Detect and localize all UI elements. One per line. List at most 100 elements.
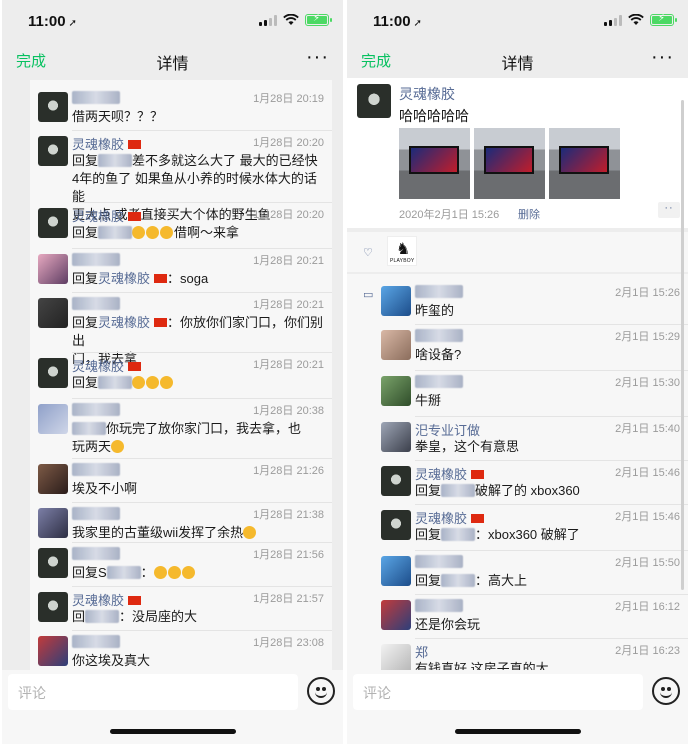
commenter-name-text: 灵魂橡胶 — [72, 209, 125, 224]
comment-text: 你玩完了放你家门口，我去拿，也 玩两天 — [72, 420, 326, 456]
commenter-name[interactable] — [415, 374, 463, 389]
avatar[interactable] — [38, 92, 68, 122]
divider — [415, 504, 688, 505]
avatar[interactable] — [38, 208, 68, 238]
avatar[interactable] — [381, 330, 411, 360]
avatar[interactable] — [381, 556, 411, 586]
emoji-icon — [132, 376, 146, 389]
blurred-name — [98, 154, 133, 167]
commenter-name[interactable]: 灵魂橡胶 — [415, 508, 485, 527]
post-photos — [399, 128, 620, 199]
delete-link[interactable]: 删除 — [518, 206, 540, 222]
commenter-name[interactable]: 灵魂橡胶 — [72, 206, 142, 225]
avatar[interactable] — [381, 600, 411, 630]
commenter-name[interactable]: 灵魂橡胶 — [415, 464, 485, 483]
comment-text-segment: 有钱真好 这房子真的大 — [415, 661, 549, 670]
avatar[interactable] — [381, 466, 411, 496]
avatar[interactable] — [38, 404, 68, 434]
comment-timestamp: 2月1日 15:46 — [615, 511, 680, 523]
commenter-name[interactable] — [72, 296, 120, 311]
avatar[interactable] — [357, 84, 391, 118]
comment-input[interactable]: 评论 — [8, 674, 298, 710]
comment-timestamp: 1月28日 21:57 — [253, 593, 324, 605]
avatar[interactable] — [38, 636, 68, 666]
comment-input[interactable]: 评论 — [353, 674, 643, 710]
post-photo[interactable] — [549, 128, 620, 199]
commenter-name[interactable]: 汜专业订做 — [415, 420, 480, 439]
commenter-name[interactable]: 郑 — [415, 642, 428, 661]
avatar[interactable] — [38, 298, 68, 328]
commenter-name[interactable] — [72, 546, 120, 561]
avatar[interactable] — [38, 548, 68, 578]
blurred-name — [441, 528, 476, 541]
commenter-name[interactable] — [415, 284, 463, 299]
commenter-name[interactable] — [72, 634, 120, 649]
comment-text: 回复 破解了的 xbox360 — [415, 482, 682, 500]
more-icon[interactable]: ··· — [651, 46, 674, 69]
comment-text: 回 ：没局座的大 — [72, 608, 326, 626]
avatar[interactable] — [381, 422, 411, 452]
avatar[interactable] — [38, 508, 68, 538]
comment-text: 有钱真好 这房子真的大 — [415, 660, 682, 670]
comment-line: 昨玺的 — [415, 302, 682, 320]
commenter-name[interactable] — [415, 328, 463, 343]
avatar[interactable] — [38, 464, 68, 494]
avatar[interactable] — [381, 510, 411, 540]
commenter-name[interactable] — [415, 554, 463, 569]
avatar[interactable] — [381, 286, 411, 316]
avatar[interactable] — [381, 376, 411, 406]
scrollbar[interactable] — [681, 100, 684, 590]
avatar[interactable] — [38, 358, 68, 388]
comment-text: 回复 ：xbox360 破解了 — [415, 526, 682, 544]
commenter-name[interactable]: 灵魂橡胶 — [72, 134, 142, 153]
avatar[interactable]: ♞ PLAYBOY — [387, 236, 417, 266]
comment-timestamp: 2月1日 16:12 — [615, 601, 680, 613]
comment-line: 埃及不小啊 — [72, 480, 326, 498]
post-actions-button[interactable]: ·· — [658, 202, 680, 218]
emoji-icon[interactable] — [652, 677, 680, 705]
comment-timestamp: 2月1日 15:30 — [615, 377, 680, 389]
emoji-icon — [181, 566, 195, 579]
comment-text: 我家里的古董级wii发挥了余热 — [72, 524, 326, 542]
commenter-name[interactable]: 灵魂橡胶 — [72, 356, 142, 375]
comment-line: 回复灵魂橡胶 ：soga — [72, 270, 326, 288]
avatar[interactable] — [38, 592, 68, 622]
commenter-name[interactable] — [415, 598, 463, 613]
commenter-name-text: 灵魂橡胶 — [72, 137, 125, 152]
comment-line: 回复S ： — [72, 564, 326, 582]
commenter-name[interactable] — [72, 506, 120, 521]
commenter-name[interactable] — [72, 90, 120, 105]
avatar[interactable] — [38, 254, 68, 284]
comment-text: 拳皇，这个有意思 — [415, 438, 682, 456]
commenter-name[interactable] — [72, 252, 120, 267]
comment-timestamp: 2月1日 15:46 — [615, 467, 680, 479]
emoji-icon — [167, 566, 181, 579]
emoji-icon[interactable] — [307, 677, 335, 705]
commenter-name[interactable] — [72, 402, 120, 417]
avatar[interactable] — [38, 136, 68, 166]
emoji-icon — [160, 376, 174, 389]
divider — [72, 630, 332, 631]
list-item: 1月28日 20:21 回复灵魂橡胶 ：你放你们家门口，你们别出 门，我去拿 — [30, 296, 332, 366]
commenter-name[interactable] — [72, 462, 120, 477]
flag-icon — [128, 362, 142, 371]
reply-target-name[interactable]: 灵魂橡胶 — [98, 271, 150, 286]
avatar[interactable] — [381, 644, 411, 670]
blurred-name — [415, 555, 463, 568]
more-icon[interactable]: ··· — [306, 46, 329, 69]
comment-text: 昨玺的 — [415, 302, 682, 320]
blurred-name — [415, 599, 463, 612]
comment-line: 啥设备? — [415, 346, 682, 364]
comment-timestamp: 2月1日 16:23 — [615, 645, 680, 657]
comment-timestamp: 2月1日 15:50 — [615, 557, 680, 569]
reply-target-name[interactable]: 灵魂橡胶 — [98, 315, 150, 330]
post-photo[interactable] — [474, 128, 545, 199]
comment-line: 拳皇，这个有意思 — [415, 438, 682, 456]
blurred-name — [415, 375, 463, 388]
comment-text-segment: ： — [140, 565, 154, 580]
comment-line: 回复 ：xbox360 破解了 — [415, 526, 682, 544]
post-author-name[interactable]: 灵魂橡胶 — [399, 84, 455, 104]
commenter-name[interactable]: 灵魂橡胶 — [72, 590, 142, 609]
post-photo[interactable] — [399, 128, 470, 199]
comment-line: 回复灵魂橡胶 ：你放你们家门口，你们别出 — [72, 314, 326, 350]
